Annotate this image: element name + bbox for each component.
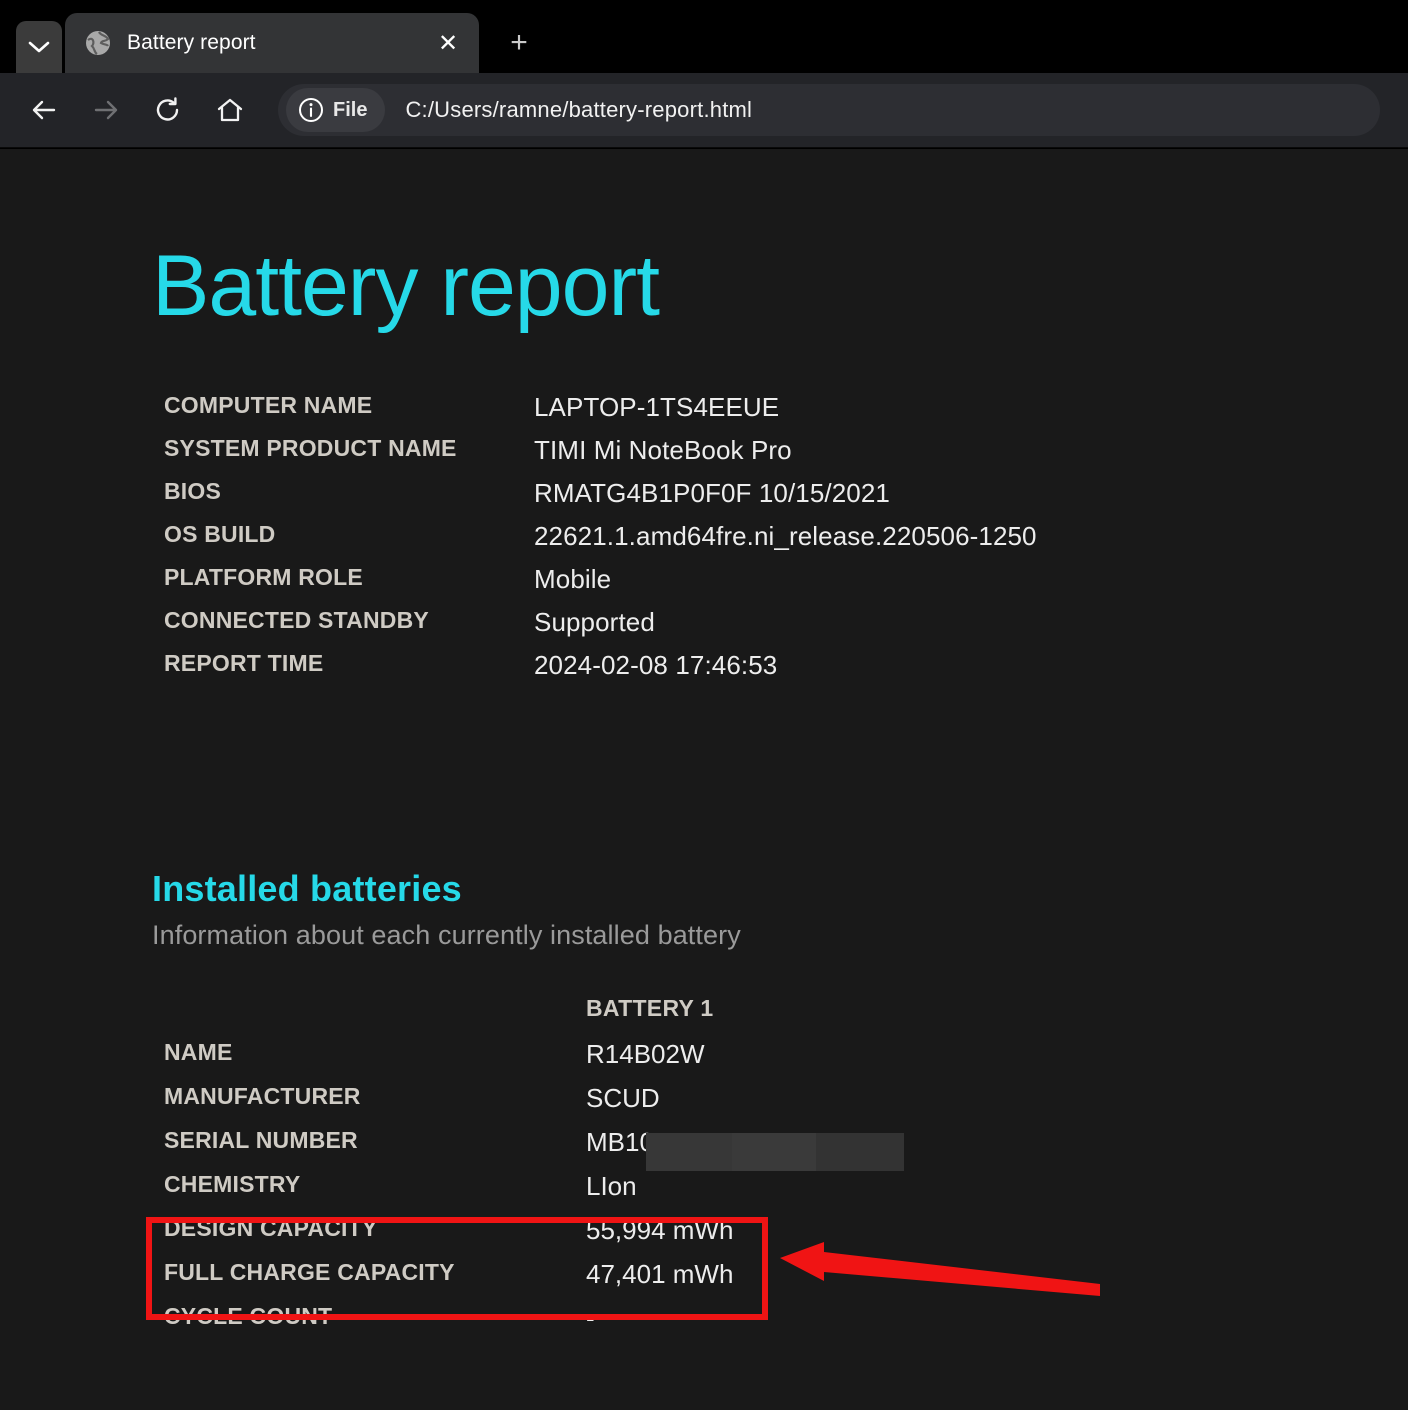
globe-icon <box>85 30 111 56</box>
row-label: SERIAL NUMBER <box>164 1126 358 1153</box>
table-header-row: BATTERY 1 <box>164 995 733 1039</box>
row-value: - <box>586 1302 595 1333</box>
row-value: LAPTOP-1TS4EEUE <box>534 391 780 422</box>
row-value: 55,994 mWh <box>586 1214 734 1245</box>
table-row: CHEMISTRY LIon <box>164 1171 733 1215</box>
scheme-label: File <box>333 98 368 121</box>
tab-battery-report[interactable]: Battery report ✕ <box>65 13 479 73</box>
row-value: RMATG4B1P0F0F 10/15/2021 <box>534 477 890 508</box>
browser-window: Battery report ✕ + File C:/Users/ramne/b… <box>0 0 1408 1410</box>
row-value: 47,401 mWh <box>586 1258 734 1289</box>
new-tab-button[interactable]: + <box>495 19 543 67</box>
row-label: CHEMISTRY <box>164 1170 301 1197</box>
row-value: TIMI Mi NoteBook Pro <box>534 434 792 465</box>
row-label: FULL CHARGE CAPACITY <box>164 1258 455 1285</box>
row-label: DESIGN CAPACITY <box>164 1214 378 1241</box>
row-label: REPORT TIME <box>164 649 324 676</box>
report-body: Battery report COMPUTER NAME LAPTOP-1TS4… <box>0 239 1408 1347</box>
url-text[interactable]: C:/Users/ramne/battery-report.html <box>405 97 752 123</box>
row-value: SCUD <box>586 1082 660 1113</box>
row-label: CONNECTED STANDBY <box>164 606 429 633</box>
table-row: REPORT TIME 2024-02-08 17:46:53 <box>164 650 1037 693</box>
home-icon <box>217 98 243 122</box>
row-label: COMPUTER NAME <box>164 391 373 418</box>
table-row: COMPUTER NAME LAPTOP-1TS4EEUE <box>164 392 1037 435</box>
row-label: OS BUILD <box>164 520 276 547</box>
back-arrow-icon <box>32 100 56 120</box>
forward-arrow-icon <box>94 100 118 120</box>
page-title: Battery report <box>152 238 660 334</box>
row-label: SYSTEM PRODUCT NAME <box>164 434 457 461</box>
back-button[interactable] <box>18 84 70 136</box>
row-value: LIon <box>586 1170 637 1201</box>
row-value: R14B02W <box>586 1038 705 1069</box>
row-label: PLATFORM ROLE <box>164 563 363 590</box>
row-label: MANUFACTURER <box>164 1082 361 1109</box>
tab-title: Battery report <box>127 31 256 54</box>
empty-header-cell <box>164 995 586 1039</box>
browser-toolbar: File C:/Users/ramne/battery-report.html <box>0 73 1408 148</box>
home-button[interactable] <box>204 84 256 136</box>
row-label: NAME <box>164 1038 233 1065</box>
table-row: DESIGN CAPACITY 55,994 mWh <box>164 1215 733 1259</box>
tab-close-icon[interactable]: ✕ <box>431 26 465 60</box>
battery-column-header: BATTERY 1 <box>586 994 714 1021</box>
tab-search-button[interactable] <box>16 21 62 73</box>
table-row: NAME R14B02W <box>164 1039 733 1083</box>
table-row: CYCLE COUNT - <box>164 1303 733 1347</box>
site-info-button[interactable]: File <box>286 88 386 132</box>
chevron-down-icon <box>28 41 50 53</box>
row-value: 2024-02-08 17:46:53 <box>534 649 778 680</box>
table-row: SYSTEM PRODUCT NAME TIMI Mi NoteBook Pro <box>164 435 1037 478</box>
forward-button[interactable] <box>80 84 132 136</box>
row-value: Supported <box>534 606 655 637</box>
table-row: MANUFACTURER SCUD <box>164 1083 733 1127</box>
row-label: BIOS <box>164 477 222 504</box>
table-row: BIOS RMATG4B1P0F0F 10/15/2021 <box>164 478 1037 521</box>
row-label: CYCLE COUNT <box>164 1302 333 1329</box>
system-info-table: COMPUTER NAME LAPTOP-1TS4EEUE SYSTEM PRO… <box>164 392 1037 693</box>
info-circle-icon <box>299 98 323 122</box>
installed-batteries-subheading: Information about each currently install… <box>152 919 741 950</box>
table-row: PLATFORM ROLE Mobile <box>164 564 1037 607</box>
row-value: 22621.1.amd64fre.ni_release.220506-1250 <box>534 520 1037 551</box>
page-content: Battery report COMPUTER NAME LAPTOP-1TS4… <box>0 149 1408 1410</box>
reload-icon <box>156 97 179 121</box>
row-value: Mobile <box>534 563 612 594</box>
tab-strip: Battery report ✕ + <box>0 0 1408 73</box>
table-row: OS BUILD 22621.1.amd64fre.ni_release.220… <box>164 521 1037 564</box>
address-bar[interactable]: File C:/Users/ramne/battery-report.html <box>278 84 1380 136</box>
serial-number-redaction <box>646 1133 904 1171</box>
table-row: FULL CHARGE CAPACITY 47,401 mWh <box>164 1259 733 1303</box>
table-row: CONNECTED STANDBY Supported <box>164 607 1037 650</box>
reload-button[interactable] <box>142 84 194 136</box>
installed-batteries-heading: Installed batteries <box>152 867 462 909</box>
